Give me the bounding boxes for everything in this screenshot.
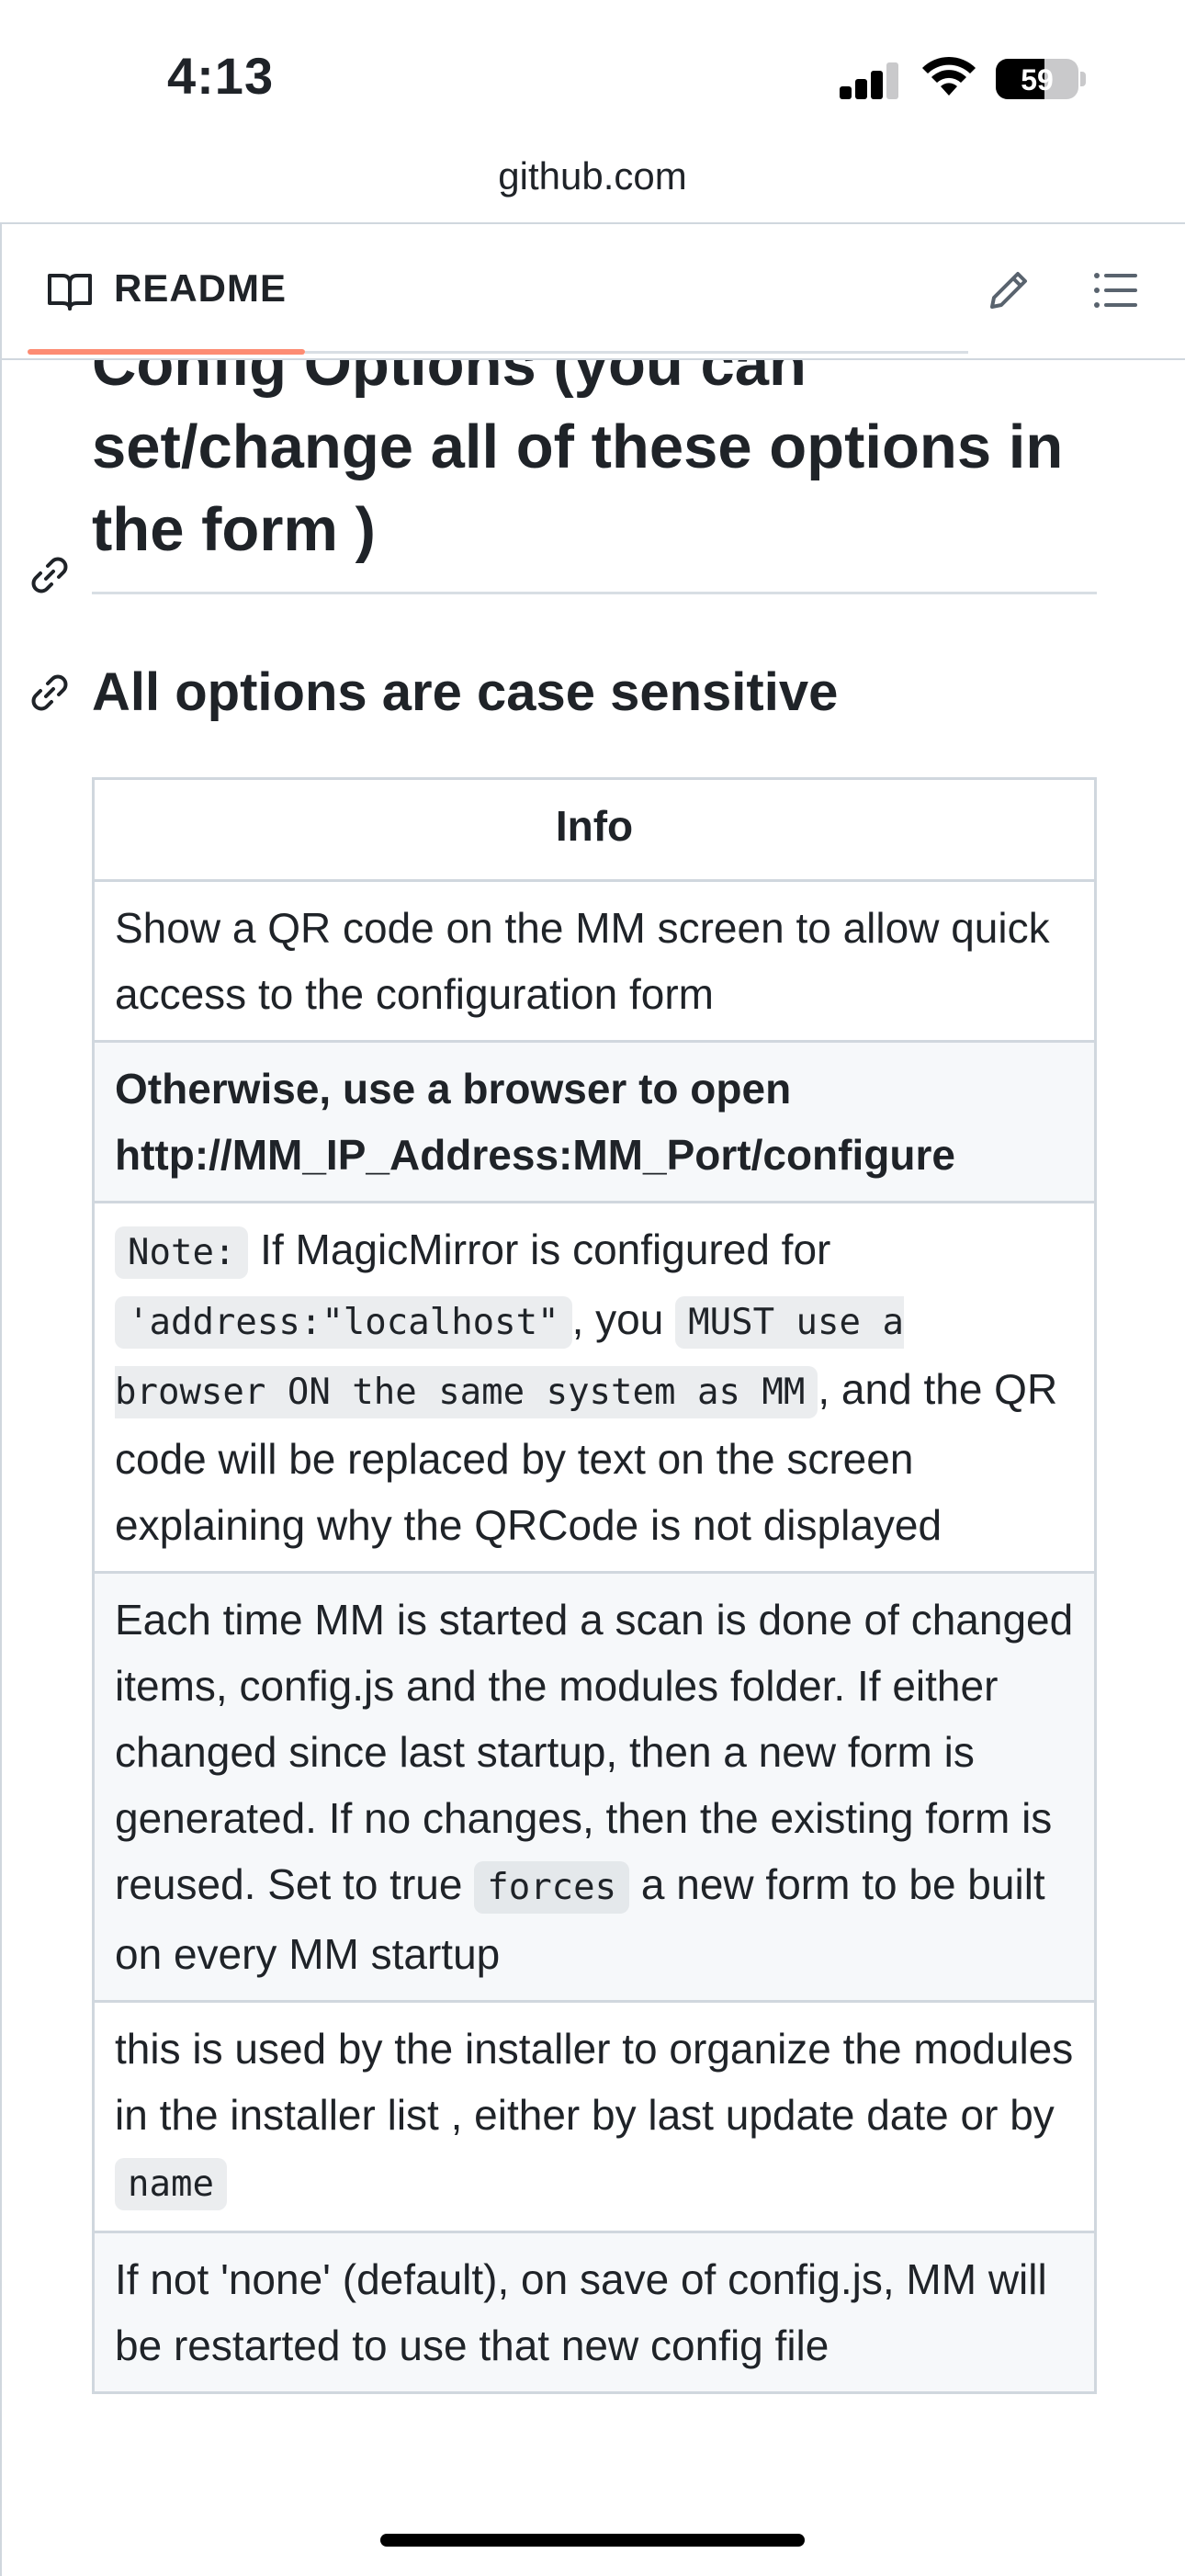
inline-code-forces: forces — [474, 1861, 630, 1914]
link-icon[interactable] — [28, 553, 72, 597]
table-header-row: Info — [92, 777, 1097, 882]
readme-header: README — [2, 224, 1185, 360]
table-cell: Otherwise, use a browser to open http://… — [92, 1040, 1097, 1203]
cell-text: If MagicMirror is configured for — [248, 1226, 831, 1273]
table-row: Show a QR code on the MM screen to allow… — [92, 879, 1097, 1043]
link-icon[interactable] — [28, 671, 72, 715]
status-bar: 4:13 59 — [0, 0, 1185, 147]
table-cell: Show a QR code on the MM screen to allow… — [92, 879, 1097, 1043]
table-row: If not 'none' (default), on save of conf… — [92, 2231, 1097, 2394]
heading-divider — [92, 592, 1097, 594]
home-indicator[interactable] — [380, 2534, 805, 2547]
inline-code-name: name — [115, 2158, 227, 2210]
readme-content: Config Options (you can set/change all o… — [2, 358, 1185, 2576]
status-time: 4:13 — [167, 47, 275, 105]
battery-icon: 59 — [996, 59, 1078, 99]
table-row: Each time MM is started a scan is done o… — [92, 1571, 1097, 2003]
tab-readme[interactable]: README — [114, 266, 287, 311]
battery-percent: 59 — [1021, 63, 1054, 96]
cell-text: , you — [571, 1295, 676, 1343]
cellular-signal-icon — [840, 61, 900, 99]
table-cell: Note: If MagicMirror is configured for '… — [92, 1201, 1097, 1574]
inline-code-address: 'address:"localhost" — [115, 1296, 572, 1349]
browser-url[interactable]: github.com — [0, 154, 1185, 198]
tab-track — [305, 351, 968, 354]
table-row: this is used by the installer to organiz… — [92, 2000, 1097, 2233]
battery-nub — [1080, 72, 1086, 86]
table-cell: If not 'none' (default), on save of conf… — [92, 2231, 1097, 2394]
readme-container: README Config Options (you can set/chang… — [0, 222, 1185, 2576]
table-row: Note: If MagicMirror is configured for '… — [92, 1201, 1097, 1574]
inline-code-note: Note: — [115, 1226, 249, 1279]
heading-case-sensitive: All options are case sensitive — [92, 662, 839, 722]
table-header-info: Info — [92, 777, 1097, 882]
cell-text: Show a QR code on the MM screen to allow… — [115, 904, 1050, 1018]
heading-config-options: Config Options (you can set/change all o… — [92, 358, 1064, 564]
tab-active-indicator — [28, 349, 305, 355]
table-row: Otherwise, use a browser to open http://… — [92, 1040, 1097, 1203]
options-table: Info Show a QR code on the MM screen to … — [92, 777, 1097, 2394]
pencil-icon[interactable] — [983, 265, 1034, 316]
cell-text: If not 'none' (default), on save of conf… — [115, 2255, 1047, 2369]
table-cell: this is used by the installer to organiz… — [92, 2000, 1097, 2233]
wifi-icon — [922, 56, 976, 96]
table-cell: Each time MM is started a scan is done o… — [92, 1571, 1097, 2003]
list-icon[interactable] — [1089, 265, 1141, 316]
cell-text-bold: Otherwise, use a browser to open http://… — [115, 1065, 955, 1179]
cell-text: this is used by the installer to organiz… — [115, 2025, 1074, 2139]
book-icon — [48, 274, 92, 311]
